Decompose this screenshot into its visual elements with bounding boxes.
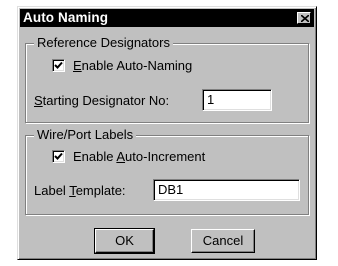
enable-auto-naming-label: Enable Auto-Naming: [73, 58, 193, 73]
close-icon: [301, 15, 309, 22]
checkmark-icon: [54, 61, 63, 69]
starting-designator-label: Starting Designator No:: [34, 93, 170, 108]
wire-port-labels-label: Wire/Port Labels: [34, 127, 137, 142]
enable-auto-increment-label: Enable Auto-Increment: [73, 149, 206, 164]
auto-naming-dialog: Auto Naming Reference Designators Enable…: [17, 6, 317, 260]
checkmark-icon: [54, 152, 63, 160]
wire-port-labels-group: Wire/Port Labels Enable Auto-Increment L…: [25, 127, 309, 215]
label-template-input[interactable]: DB1: [153, 179, 300, 201]
enable-auto-increment-option[interactable]: Enable Auto-Increment: [52, 149, 205, 164]
close-button[interactable]: [297, 12, 311, 24]
cancel-button[interactable]: Cancel: [191, 229, 255, 253]
enable-auto-naming-option[interactable]: Enable Auto-Naming: [52, 58, 192, 73]
title-bar[interactable]: Auto Naming: [20, 9, 314, 27]
label-template-label: Label Template:: [34, 183, 126, 198]
reference-designators-label: Reference Designators: [34, 35, 173, 50]
dialog-title: Auto Naming: [23, 10, 109, 25]
starting-designator-input[interactable]: 1: [202, 89, 272, 111]
enable-auto-increment-checkbox[interactable]: [52, 150, 65, 163]
enable-auto-naming-checkbox[interactable]: [52, 59, 65, 72]
reference-designators-group: Reference Designators Enable Auto-Naming…: [25, 35, 309, 123]
ok-button[interactable]: OK: [94, 228, 155, 254]
